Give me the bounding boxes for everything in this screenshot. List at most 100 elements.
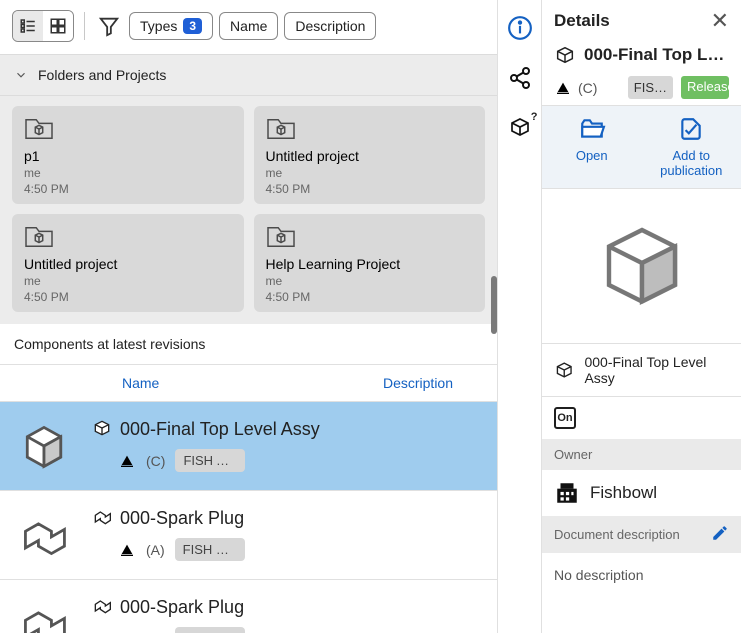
project-card[interactable]: Untitled project me 4:50 PM — [254, 106, 486, 204]
company-icon — [554, 480, 580, 506]
project-card[interactable]: Help Learning Project me 4:50 PM — [254, 214, 486, 312]
component-title: 000-Spark Plug — [120, 508, 244, 529]
view-list-button[interactable] — [13, 11, 43, 41]
col-name[interactable]: Name — [122, 375, 383, 391]
filter-name-pill[interactable]: Name — [219, 12, 278, 40]
folders-grid: p1me4:50 PMUntitled projectme4:50 PMUnti… — [0, 96, 497, 324]
column-headers: Name Description — [0, 365, 497, 402]
component-title: 000-Final Top Level Assy — [120, 419, 320, 440]
filter-description-label: Description — [295, 18, 365, 34]
col-description[interactable]: Description — [383, 375, 453, 391]
filter-description-pill[interactable]: Description — [284, 12, 376, 40]
owner-strip: Owner — [542, 439, 741, 470]
view-toggle — [12, 10, 74, 42]
details-state-chip: Released — [681, 76, 729, 99]
filter-icon[interactable] — [95, 12, 123, 40]
details-item-title: 000-Final Top Lev… — [584, 45, 729, 65]
description-strip: Document description — [542, 516, 741, 553]
pencil-icon — [711, 524, 729, 542]
separator — [84, 12, 85, 40]
scrollbar-thumb[interactable] — [491, 276, 497, 334]
details-fullname: 000-Final Top Level Assy — [584, 354, 729, 386]
details-partnum-chip: FIS… — [628, 76, 673, 99]
project-name: Help Learning Project — [266, 256, 474, 272]
details-panel: Details ✕ 000-Final Top Lev… (C) FIS… Re… — [542, 0, 741, 633]
rail-share-button[interactable] — [506, 64, 534, 92]
revision-icon — [554, 80, 572, 96]
description-label: Document description — [554, 527, 680, 542]
component-partnum-chip: FISH A… — [175, 449, 245, 472]
component-title: 000-Spark Plug — [120, 597, 244, 618]
details-preview — [542, 189, 741, 343]
assembly-preview-icon — [587, 213, 697, 313]
filter-types-count: 3 — [183, 18, 202, 34]
open-label: Open — [576, 148, 608, 163]
component-revision: (A) — [146, 542, 165, 558]
details-header: Details ✕ — [542, 0, 741, 38]
project-time: 4:50 PM — [24, 182, 232, 196]
project-card[interactable]: Untitled project me 4:50 PM — [12, 214, 244, 312]
assembly-icon — [554, 44, 576, 66]
project-owner: me — [24, 166, 232, 180]
onshape-icon: On — [554, 407, 576, 429]
details-fullname-row[interactable]: 000-Final Top Level Assy — [542, 343, 741, 396]
assembly-icon — [554, 359, 574, 381]
component-row[interactable]: 000-Final Top Level Assy (C) FISH A… — [0, 402, 497, 491]
project-name: Untitled project — [266, 148, 474, 164]
section-folders-label: Folders and Projects — [38, 67, 166, 83]
section-components-header: Components at latest revisions — [0, 324, 497, 365]
revision-icon — [118, 542, 136, 558]
component-thumb — [14, 507, 74, 563]
open-button[interactable]: Open — [542, 106, 642, 188]
folder-open-icon — [578, 116, 606, 142]
filters-toolbar: Types 3 Name Description — [0, 0, 497, 54]
details-revision: (C) — [578, 80, 597, 96]
filter-types-label: Types — [140, 18, 177, 34]
project-name: Untitled project — [24, 256, 232, 272]
filter-types-pill[interactable]: Types 3 — [129, 12, 213, 40]
project-owner: me — [24, 274, 232, 288]
project-owner: me — [266, 166, 474, 180]
add-to-publication-label: Add to publication — [646, 148, 738, 178]
publication-icon — [677, 116, 705, 142]
rail-where-used-button[interactable]: ? — [506, 114, 534, 142]
component-type-icon — [92, 418, 112, 441]
owner-name: Fishbowl — [590, 483, 657, 503]
details-source-row[interactable]: On — [542, 396, 741, 439]
rail-info-button[interactable] — [506, 14, 534, 42]
component-partnum-chip: FISH P… — [175, 627, 245, 633]
add-to-publication-button[interactable]: Add to publication — [642, 106, 741, 188]
details-item-header: 000-Final Top Lev… — [542, 38, 741, 76]
section-folders-header[interactable]: Folders and Projects — [0, 54, 497, 96]
component-thumb — [14, 418, 74, 474]
components-list: 000-Final Top Level Assy (C) FISH A… 000-Sp… — [0, 402, 497, 633]
component-type-icon — [92, 507, 112, 530]
side-rail: ? — [498, 0, 542, 633]
details-title: Details — [554, 11, 610, 31]
project-time: 4:50 PM — [266, 182, 474, 196]
close-icon[interactable]: ✕ — [711, 10, 729, 32]
owner-label: Owner — [554, 447, 592, 462]
project-owner: me — [266, 274, 474, 288]
details-tags: (C) FIS… Released — [542, 76, 741, 105]
component-row[interactable]: 000-Spark Plug(A)FISH P… — [0, 580, 497, 633]
section-components-label: Components at latest revisions — [14, 336, 205, 352]
main-panel: Types 3 Name Description Folders and Pro… — [0, 0, 498, 633]
view-grid-button[interactable] — [43, 11, 73, 41]
project-name: p1 — [24, 148, 232, 164]
filter-name-label: Name — [230, 18, 267, 34]
component-revision: (C) — [146, 453, 165, 469]
description-value: No description — [542, 553, 741, 597]
project-time: 4:50 PM — [266, 290, 474, 304]
component-type-icon — [92, 596, 112, 619]
owner-row: Fishbowl — [542, 470, 741, 516]
project-time: 4:50 PM — [24, 290, 232, 304]
component-thumb — [14, 596, 74, 633]
component-row[interactable]: 000-Spark Plug (A) FISH P… — [0, 491, 497, 580]
chevron-down-icon — [14, 68, 28, 82]
details-actions: Open Add to publication — [542, 105, 741, 189]
revision-icon — [118, 453, 136, 469]
component-partnum-chip: FISH P… — [175, 538, 245, 561]
edit-description-button[interactable] — [711, 524, 729, 545]
project-card[interactable]: p1 me 4:50 PM — [12, 106, 244, 204]
